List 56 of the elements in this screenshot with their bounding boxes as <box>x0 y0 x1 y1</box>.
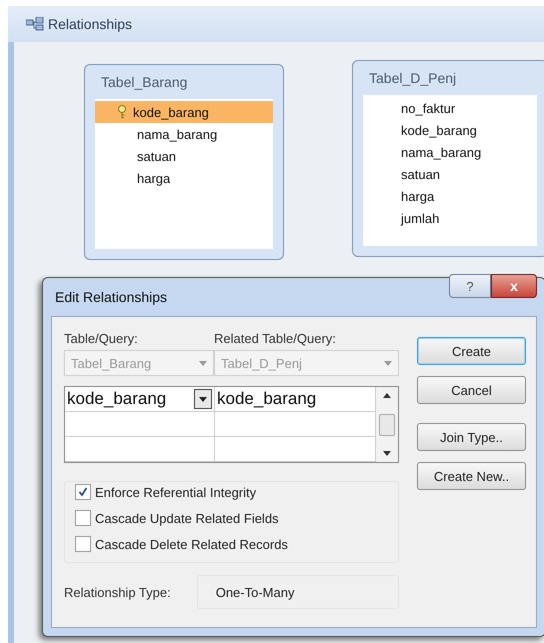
field-name: kode_barang <box>133 104 209 120</box>
dialog-button[interactable]: Join Type.. <box>417 423 526 451</box>
scrollbar[interactable] <box>376 387 398 462</box>
dialog-button[interactable]: Cancel <box>417 376 526 404</box>
field-cell[interactable]: kode_barang <box>65 387 215 412</box>
field-item[interactable]: jumlah <box>363 207 537 229</box>
window-title: Relationships <box>48 16 132 32</box>
table-title: Tabel_Barang <box>100 73 188 92</box>
checkbox-label: Cascade Update Related Fields <box>95 510 279 526</box>
caret-icon <box>199 360 207 366</box>
scroll-down-icon[interactable] <box>383 451 391 456</box>
checkbox-label: Cascade Delete Related Records <box>95 536 288 552</box>
table-title: Tabel_D_Penj <box>368 69 458 88</box>
dropdown-button[interactable] <box>194 389 212 409</box>
field-name: nama_barang <box>401 144 482 160</box>
table-card[interactable]: Tabel_Barang kode_barang nama_barang satuan harga <box>84 64 284 260</box>
field-name: harga <box>137 170 170 186</box>
field-item[interactable]: nama_barang <box>363 141 537 163</box>
dialog-title: Edit Relationships <box>54 289 168 305</box>
field-name: satuan <box>137 148 176 164</box>
field-name: harga <box>401 188 434 204</box>
empty-grid-cell[interactable] <box>65 437 215 462</box>
dialog-button[interactable]: Create New.. <box>417 462 526 490</box>
field-item[interactable]: kode_barang <box>95 101 273 123</box>
checkbox[interactable] <box>75 484 91 500</box>
caret-icon <box>199 396 207 402</box>
field-item[interactable]: harga <box>363 185 537 207</box>
field-name: jumlah <box>401 210 440 226</box>
relationship-type-value: One-To-Many <box>196 575 399 609</box>
checkbox[interactable] <box>75 536 91 552</box>
field-item[interactable]: no_faktur <box>363 97 537 119</box>
table-label: Table/Query: <box>64 331 139 346</box>
checkbox-label: Enforce Referential Integrity <box>95 484 256 500</box>
table-card[interactable]: Tabel_D_Penj no_faktur kode_barang nama_barang satuan harga jumlah <box>352 60 544 257</box>
field-item[interactable]: harga <box>95 167 273 189</box>
help-button[interactable]: ? <box>449 274 491 298</box>
empty-grid-cell[interactable] <box>65 412 215 437</box>
field-item[interactable]: satuan <box>363 163 537 185</box>
key-icon <box>117 105 127 119</box>
relationship-type-label: Relationship Type: <box>64 584 171 600</box>
checkmark-icon <box>78 487 88 497</box>
related-table-label: Related Table/Query: <box>214 331 337 346</box>
relationships-icon <box>26 17 44 31</box>
caret-icon <box>384 360 392 366</box>
dialog-button[interactable]: Create <box>417 337 526 365</box>
field-name: nama_barang <box>137 126 218 142</box>
checkbox[interactable] <box>75 510 91 526</box>
field-value: kode_barang <box>67 389 166 409</box>
scroll-thumb[interactable] <box>379 414 395 436</box>
field-item[interactable]: kode_barang <box>363 119 537 141</box>
field-name: no_faktur <box>401 100 456 116</box>
field-name: satuan <box>401 166 440 182</box>
field-item[interactable]: nama_barang <box>95 123 273 145</box>
field-item[interactable]: satuan <box>95 145 273 167</box>
scroll-up-icon[interactable] <box>383 393 391 398</box>
field-name: kode_barang <box>401 122 477 138</box>
